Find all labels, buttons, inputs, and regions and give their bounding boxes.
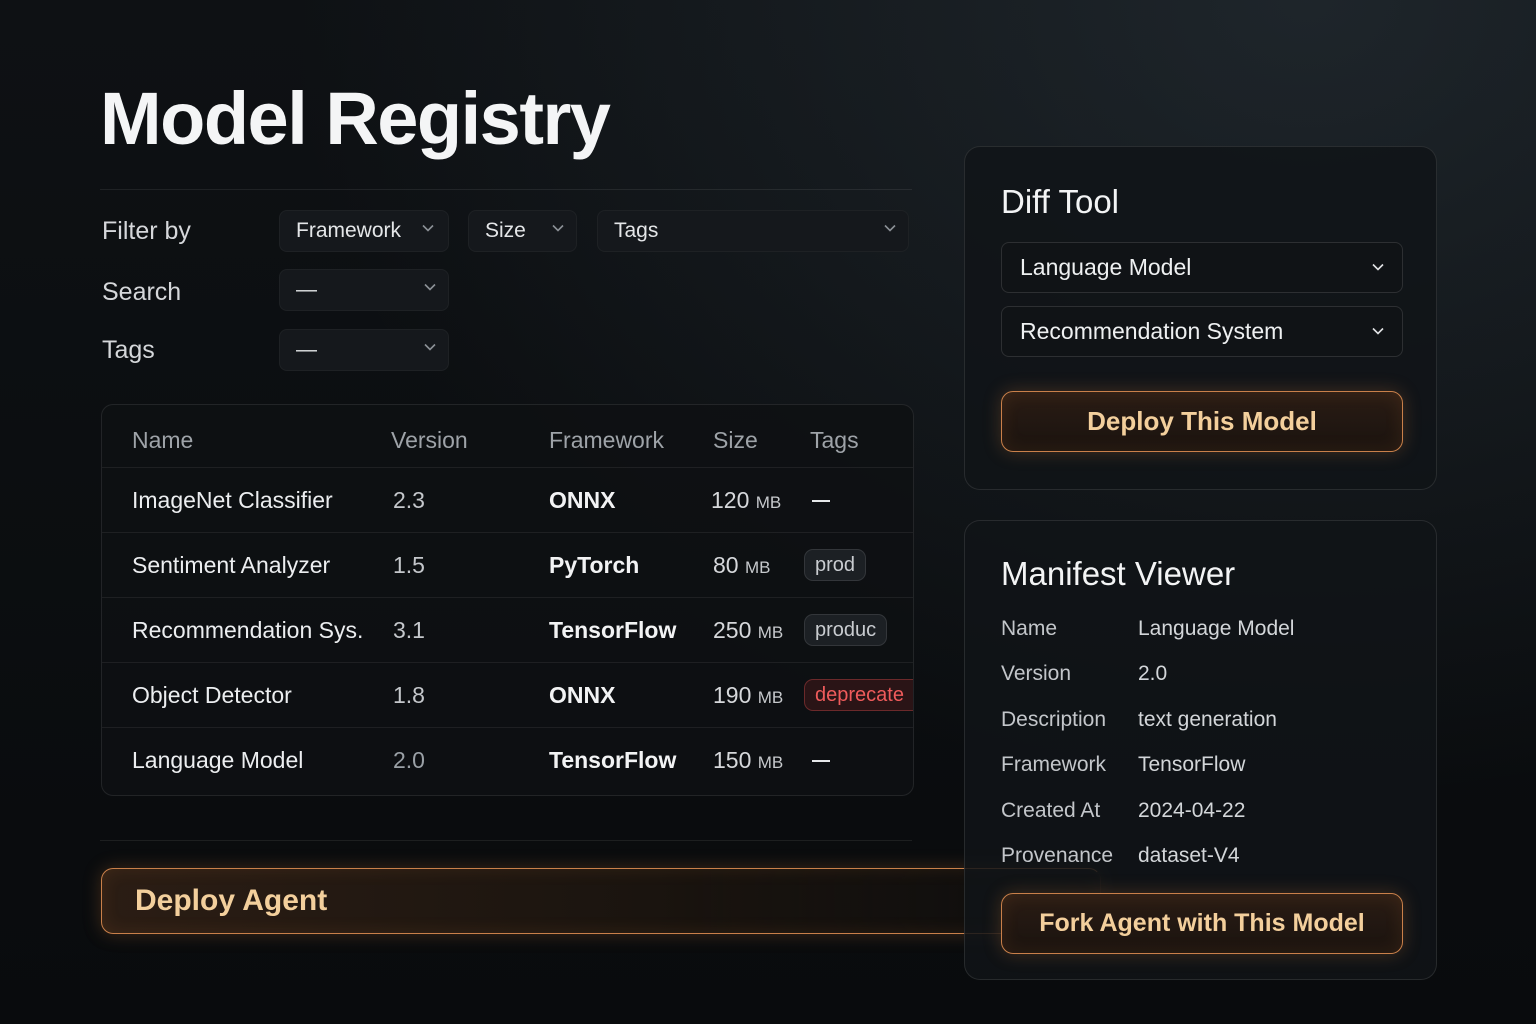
model-framework: PyTorch — [549, 552, 640, 578]
tag-badge: produc — [804, 614, 888, 646]
deploy-agent-label: Deploy Agent — [135, 884, 328, 917]
model-framework: ONNX — [549, 682, 616, 708]
manifest-value: 2.0 — [1138, 662, 1168, 685]
divider — [100, 840, 912, 841]
deploy-this-model-label: Deploy This Model — [1087, 406, 1317, 436]
model-version: 1.8 — [393, 682, 425, 708]
empty-tag-dash — [812, 760, 830, 762]
chevron-down-icon — [422, 224, 434, 234]
table-row[interactable]: ImageNet Classifier 2.3 ONNX 120 MB — [102, 467, 913, 532]
manifest-key: Version — [1001, 662, 1072, 685]
diff-model-b-select[interactable]: Recommendation System — [1001, 306, 1403, 357]
tags-label: Tags — [102, 336, 155, 364]
tags-filter-select[interactable]: — — [279, 329, 449, 371]
table-row[interactable]: Language Model 2.0 TensorFlow 150 MB — [102, 727, 913, 792]
model-size: 150 MB — [713, 747, 784, 773]
chevron-down-icon — [424, 343, 436, 353]
chevron-down-icon — [884, 224, 896, 234]
page-title: Model Registry — [100, 77, 611, 160]
empty-tag-dash — [812, 500, 830, 502]
model-name: Sentiment Analyzer — [132, 552, 331, 578]
table-row[interactable]: Sentiment Analyzer 1.5 PyTorch 80 MB pro… — [102, 532, 913, 597]
model-framework: TensorFlow — [549, 747, 677, 773]
chevron-down-icon — [1372, 263, 1384, 271]
model-version: 1.5 — [393, 552, 425, 578]
framework-dropdown-label: Framework — [296, 219, 402, 242]
column-header-tags[interactable]: Tags — [810, 427, 859, 454]
chevron-down-icon — [1372, 327, 1384, 335]
manifest-viewer-title: Manifest Viewer — [1001, 555, 1236, 592]
manifest-key: Framework — [1001, 753, 1107, 776]
model-version: 2.3 — [393, 487, 425, 513]
table-row[interactable]: Object Detector 1.8 ONNX 190 MB deprecat… — [102, 662, 913, 727]
framework-dropdown[interactable]: Framework — [279, 210, 449, 252]
model-size: 80 MB — [713, 552, 771, 578]
manifest-key: Created At — [1001, 799, 1101, 822]
deploy-agent-button[interactable]: Deploy Agent — [101, 868, 1101, 934]
diff-model-b-value: Recommendation System — [1020, 318, 1284, 344]
model-name: Language Model — [132, 747, 304, 773]
diff-tool-panel: Diff Tool Language Model Recommendation … — [964, 146, 1437, 490]
search-label: Search — [102, 278, 182, 306]
tags-dropdown[interactable]: Tags — [597, 210, 909, 252]
manifest-key: Description — [1001, 708, 1107, 731]
tags-filter-value: — — [296, 338, 317, 361]
divider — [100, 189, 912, 190]
model-name: Object Detector — [132, 682, 292, 708]
deploy-this-model-button[interactable]: Deploy This Model — [1001, 391, 1403, 452]
model-name: Recommendation Sys. — [132, 617, 364, 643]
models-table: Name Version Framework Size Tags ImageNe… — [101, 404, 914, 796]
size-dropdown[interactable]: Size — [468, 210, 577, 252]
model-size: 120 MB — [711, 487, 782, 513]
column-header-size[interactable]: Size — [713, 427, 758, 454]
fork-agent-label: Fork Agent with This Model — [1039, 909, 1365, 937]
filter-by-label: Filter by — [102, 217, 191, 245]
manifest-key: Name — [1001, 617, 1058, 640]
model-framework: ONNX — [549, 487, 616, 513]
model-framework: TensorFlow — [549, 617, 677, 643]
manifest-key: Provenance — [1001, 844, 1114, 867]
chevron-down-icon — [552, 224, 564, 234]
search-input[interactable]: — — [279, 269, 449, 311]
manifest-value: 2024-04-22 — [1138, 799, 1246, 822]
diff-model-a-value: Language Model — [1020, 254, 1192, 280]
manifest-value: TensorFlow — [1138, 753, 1246, 776]
chevron-down-icon — [424, 283, 436, 293]
fork-agent-button[interactable]: Fork Agent with This Model — [1001, 893, 1403, 954]
table-row[interactable]: Recommendation Sys. 3.1 TensorFlow 250 M… — [102, 597, 913, 662]
manifest-value: text generation — [1138, 708, 1277, 731]
model-version: 2.0 — [393, 747, 425, 773]
tags-dropdown-label: Tags — [614, 219, 659, 242]
model-name: ImageNet Classifier — [132, 487, 333, 513]
model-size: 190 MB — [713, 682, 784, 708]
manifest-viewer-panel: Manifest Viewer Name Language Model Vers… — [964, 520, 1437, 980]
size-dropdown-label: Size — [485, 219, 526, 242]
tag-badge-deprecated: deprecate — [804, 679, 913, 711]
tag-badge: prod — [804, 549, 867, 581]
column-header-framework[interactable]: Framework — [549, 427, 664, 454]
model-version: 3.1 — [393, 617, 425, 643]
manifest-value: Language Model — [1138, 617, 1295, 640]
manifest-value: dataset-V4 — [1138, 844, 1240, 867]
search-value: — — [296, 278, 317, 301]
diff-tool-title: Diff Tool — [1001, 183, 1120, 220]
column-header-name[interactable]: Name — [132, 427, 193, 454]
column-header-version[interactable]: Version — [391, 427, 468, 454]
model-size: 250 MB — [713, 617, 784, 643]
diff-model-a-select[interactable]: Language Model — [1001, 242, 1403, 293]
